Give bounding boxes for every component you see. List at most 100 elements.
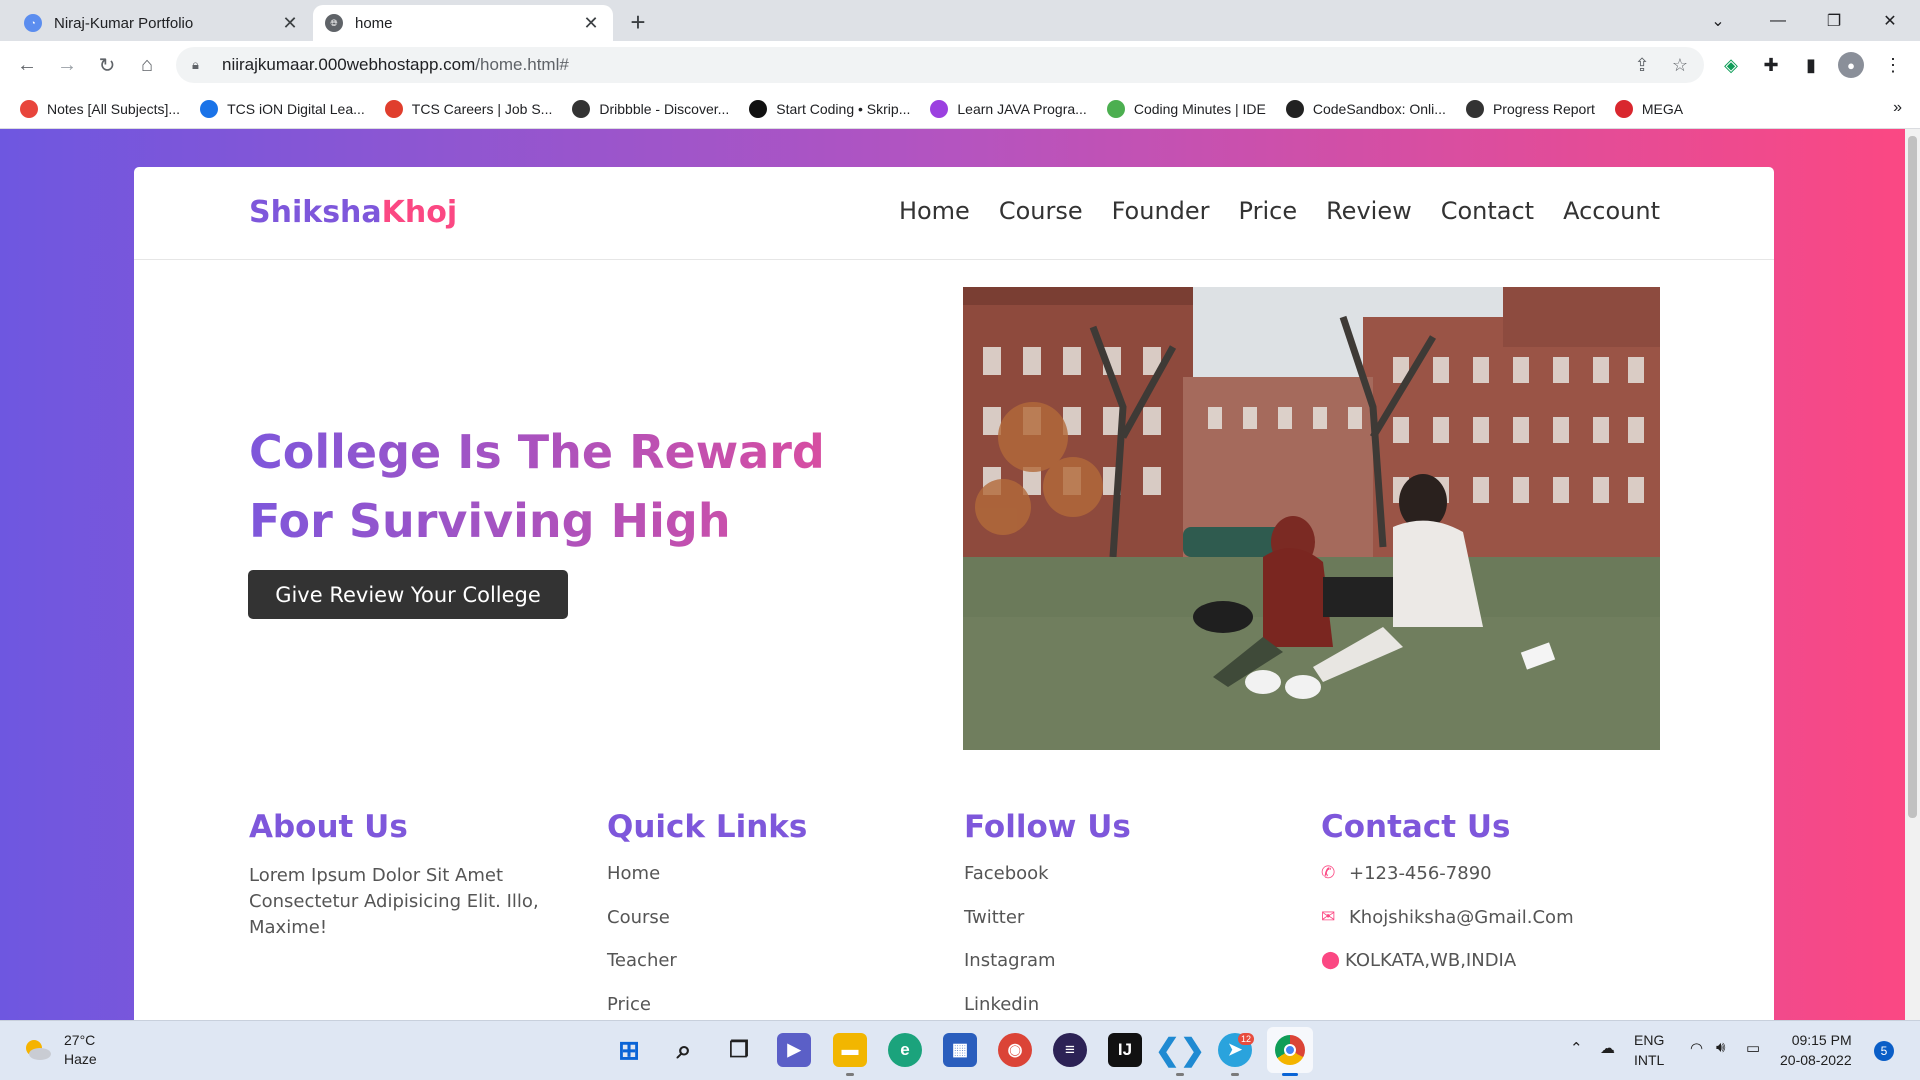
bookmark-item[interactable]: CodeSandbox: Onli... <box>1285 99 1446 118</box>
nav-course[interactable]: Course <box>999 197 1083 225</box>
nav-contact[interactable]: Contact <box>1441 197 1534 225</box>
bookmarks-overflow-button[interactable]: » <box>1893 99 1902 117</box>
side-panel-icon[interactable]: ▮ <box>1798 52 1824 78</box>
quick-links-heading: Quick Links <box>607 809 808 845</box>
eclipse-icon[interactable]: ≡ <box>1053 1033 1087 1067</box>
vscode-icon[interactable]: ❮❯ <box>1155 1033 1205 1067</box>
clock-date: 20-08-2022 <box>1780 1052 1852 1068</box>
teams-chat-icon[interactable]: ▶ <box>777 1033 811 1067</box>
restore-button[interactable]: ❐ <box>1804 0 1864 41</box>
bookmark-item[interactable]: Coding Minutes | IDE <box>1106 99 1266 118</box>
extension-shield-icon[interactable]: ◈ <box>1718 52 1744 78</box>
lang-primary: ENG <box>1634 1032 1665 1048</box>
about-text: Lorem Ipsum Dolor Sit Amet Consectetur A… <box>249 865 539 938</box>
forward-arrow-icon[interactable]: → <box>52 50 82 80</box>
tray-chevron-up-icon[interactable]: ⌃ <box>1570 1039 1583 1057</box>
bookmark-item[interactable]: Dribbble - Discover... <box>572 99 730 118</box>
bookmark-favicon-icon <box>1285 99 1304 118</box>
system-clock[interactable]: 09:15 PM 20-08-2022 <box>1780 1030 1852 1070</box>
tab-title: Niraj-Kumar Portfolio <box>54 14 194 32</box>
profile-avatar[interactable]: ● <box>1838 52 1864 78</box>
tab-close-icon[interactable]: ✕ <box>581 13 601 34</box>
nav-price[interactable]: Price <box>1239 197 1298 225</box>
notification-badge[interactable]: 5 <box>1874 1041 1894 1061</box>
back-arrow-icon[interactable]: ← <box>12 50 42 80</box>
file-explorer-running-indicator <box>846 1073 854 1076</box>
contact-address-text: KOLKATA,WB,INDIA <box>1345 950 1517 971</box>
give-review-button[interactable]: Give Review Your College <box>248 570 568 619</box>
bookmark-item[interactable]: MEGA <box>1614 99 1683 118</box>
extensions-puzzle-icon[interactable]: ✚ <box>1758 52 1784 78</box>
follow-link-instagram[interactable]: Instagram <box>964 950 1304 994</box>
close-window-button[interactable]: ✕ <box>1860 0 1920 41</box>
bookmark-star-icon[interactable]: ☆ <box>1668 53 1692 77</box>
nav-review[interactable]: Review <box>1326 197 1412 225</box>
bookmark-item[interactable]: TCS Careers | Job S... <box>384 99 552 118</box>
tab-home[interactable]: 🌐︎ home ✕ <box>313 5 613 41</box>
scrollbar-thumb[interactable] <box>1908 136 1917 818</box>
bookmark-label: Notes [All Subjects]... <box>47 100 181 117</box>
contact-phone[interactable]: ✆ +123-456-7890 <box>1321 863 1661 907</box>
bookmark-label: Dribbble - Discover... <box>599 100 730 117</box>
reload-icon[interactable]: ↻ <box>92 50 122 80</box>
menu-kebab-icon[interactable]: ⋮ <box>1880 52 1906 78</box>
intellij-icon[interactable]: IJ <box>1108 1033 1142 1067</box>
edge-icon[interactable]: e <box>888 1033 922 1067</box>
battery-icon[interactable]: ▭ <box>1746 1039 1760 1057</box>
about-heading: About Us <box>249 809 408 845</box>
onedrive-cloud-icon[interactable]: ☁ <box>1600 1039 1615 1057</box>
follow-link-facebook[interactable]: Facebook <box>964 863 1304 907</box>
chrome-active-indicator <box>1282 1073 1298 1076</box>
home-icon[interactable]: ⌂ <box>132 50 162 80</box>
chrome-active-icon[interactable] <box>1267 1027 1313 1073</box>
microsoft-store-icon[interactable]: ▦ <box>943 1033 977 1067</box>
bookmark-label: TCS iON Digital Lea... <box>227 100 365 117</box>
tab-search-chevron-icon[interactable]: ⌄ <box>1688 0 1748 41</box>
language-indicator[interactable]: ENG INTL <box>1634 1030 1664 1070</box>
bookmark-item[interactable]: Notes [All Subjects]... <box>20 99 181 118</box>
volume-icon[interactable]: 🔊︎ <box>1716 1039 1725 1056</box>
bookmark-label: Learn JAVA Progra... <box>957 100 1087 117</box>
task-view-icon[interactable]: ❐ <box>722 1033 756 1067</box>
weather-haze-icon <box>26 1040 51 1060</box>
nav-home[interactable]: Home <box>899 197 970 225</box>
new-tab-button[interactable]: + <box>624 7 652 38</box>
windows-start-icon[interactable]: ⊞ <box>612 1033 646 1067</box>
bookmark-label: CodeSandbox: Onli... <box>1312 100 1446 117</box>
hero-campus-image <box>963 287 1660 750</box>
tab-portfolio[interactable]: ◔ Niraj-Kumar Portfolio ✕ <box>12 5 312 41</box>
address-bar[interactable]: 🔒︎ niirajkumaar.000webhostapp.com/home.h… <box>176 47 1704 83</box>
bookmark-item[interactable]: Start Coding • Skrip... <box>749 99 910 118</box>
share-icon[interactable]: ⇪ <box>1630 53 1654 77</box>
contact-address: ⬤ KOLKATA,WB,INDIA <box>1321 950 1661 994</box>
clock-time: 09:15 PM <box>1791 1032 1852 1048</box>
bookmark-favicon-icon <box>930 99 949 118</box>
url-host: niirajkumaar.000webhostapp.com <box>222 55 476 74</box>
weather-widget[interactable]: 27°C Haze <box>22 1031 97 1069</box>
follow-heading: Follow Us <box>964 809 1131 845</box>
telegram-running-indicator <box>1231 1073 1239 1076</box>
wifi-icon[interactable]: ◠ <box>1690 1039 1703 1057</box>
contact-phone-text: +123-456-7890 <box>1349 863 1492 884</box>
site-logo[interactable]: ShikshaKhoj <box>249 195 457 230</box>
lock-icon[interactable]: 🔒︎ <box>192 57 210 73</box>
contact-heading: Contact Us <box>1321 809 1511 845</box>
quick-link-teacher[interactable]: Teacher <box>607 950 947 994</box>
quick-link-home[interactable]: Home <box>607 863 947 907</box>
bookmark-item[interactable]: Learn JAVA Progra... <box>930 99 1087 118</box>
follow-link-linkedin[interactable]: Linkedin <box>964 994 1304 1021</box>
file-explorer-icon[interactable]: ▬ <box>833 1033 867 1067</box>
nav-founder[interactable]: Founder <box>1112 197 1210 225</box>
minimize-button[interactable]: — <box>1748 0 1808 41</box>
weather-desc: Haze <box>64 1051 97 1067</box>
bookmark-item[interactable]: TCS iON Digital Lea... <box>200 99 365 118</box>
chrome-icon[interactable]: ◉ <box>998 1033 1032 1067</box>
tab-close-icon[interactable]: ✕ <box>280 13 300 34</box>
follow-link-twitter[interactable]: Twitter <box>964 907 1304 951</box>
search-icon[interactable]: ⌕ <box>667 1033 701 1067</box>
quick-link-price[interactable]: Price <box>607 994 947 1021</box>
bookmark-item[interactable]: Progress Report <box>1465 99 1595 118</box>
nav-account[interactable]: Account <box>1563 197 1660 225</box>
contact-email[interactable]: ✉ Khojshiksha@Gmail.Com <box>1321 907 1661 951</box>
quick-link-course[interactable]: Course <box>607 907 947 951</box>
